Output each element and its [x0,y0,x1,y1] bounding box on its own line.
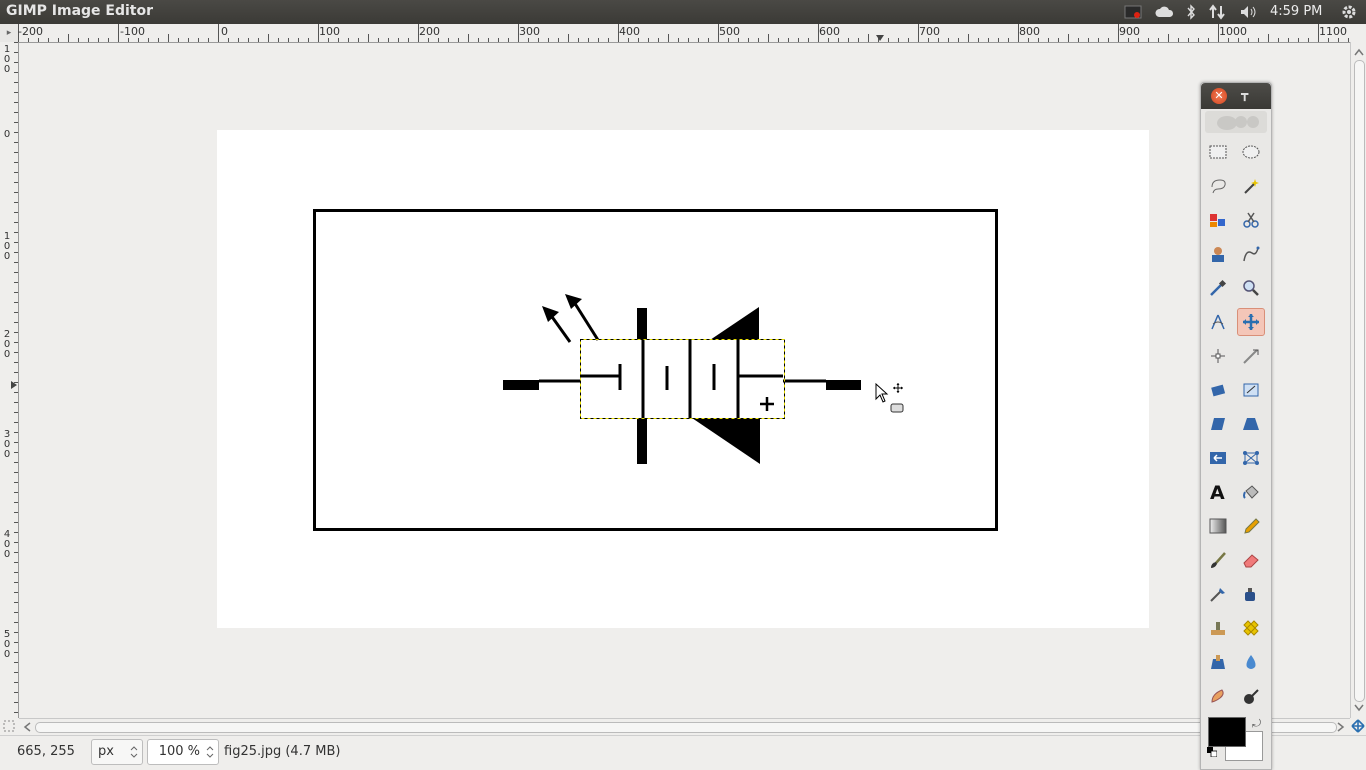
flip-icon[interactable] [1204,444,1232,472]
smudge-icon[interactable] [1204,682,1232,710]
spin-arrows-icon [206,746,214,758]
vertical-scroll-thumb[interactable] [1354,60,1365,702]
perspective-icon[interactable] [1237,410,1265,438]
pencil-icon[interactable] [1237,512,1265,540]
ellipse-select-icon[interactable] [1237,138,1265,166]
scroll-left-icon[interactable] [21,721,33,733]
bucket-fill-icon[interactable] [1237,478,1265,506]
color-picker-icon[interactable] [1204,274,1232,302]
vertical-scrollbar[interactable] [1350,42,1366,718]
scissors-icon[interactable] [1237,206,1265,234]
default-colors-icon[interactable] [1207,747,1217,757]
blend-icon[interactable] [1204,512,1232,540]
foreground-select-icon[interactable] [1204,240,1232,268]
wilber-drop-area[interactable] [1205,111,1267,133]
foreground-color-swatch[interactable] [1208,717,1246,747]
clone-icon[interactable] [1204,614,1232,642]
file-info: fig25.jpg (4.7 MB) [224,744,341,759]
close-icon[interactable]: ✕ [1211,88,1227,104]
measure-icon[interactable] [1204,308,1232,336]
fuzzy-select-icon[interactable] [1237,172,1265,200]
zoom-value: 100 % [158,744,200,759]
svg-text:A: A [1210,482,1225,502]
toolbox-window: ✕ ┳ A ⤾ [1200,82,1272,770]
color-select-icon[interactable] [1204,206,1232,234]
scroll-down-icon[interactable] [1353,702,1365,714]
selection-marquee [580,339,785,419]
move-cursor-icon [875,382,904,413]
swap-colors-icon[interactable]: ⤾ [1252,717,1261,731]
zoom-select[interactable]: 100 % [147,739,219,765]
shear-icon[interactable] [1204,410,1232,438]
toolbox-titlebar[interactable]: ✕ ┳ [1201,83,1271,109]
light-arrows-icon [542,294,600,343]
rect-select-icon[interactable] [1204,138,1232,166]
scroll-up-icon[interactable] [1353,46,1365,58]
scroll-right-icon[interactable] [1335,721,1347,733]
quick-mask-icon[interactable] [3,720,15,732]
scale-icon[interactable] [1237,376,1265,404]
eraser-icon[interactable] [1237,546,1265,574]
left-lead [503,380,539,390]
paths-icon[interactable] [1237,240,1265,268]
align-icon[interactable] [1204,342,1232,370]
unit-select[interactable]: px [91,739,143,765]
crosshair-icon [760,397,774,411]
paintbrush-icon[interactable] [1204,546,1232,574]
blur-icon[interactable] [1237,648,1265,676]
airbrush-icon[interactable] [1204,580,1232,608]
text-icon[interactable]: A [1204,478,1232,506]
unit-select-value: px [98,744,114,759]
move-icon[interactable] [1237,308,1265,336]
pointer-coordinates: 665, 255 [17,744,75,759]
free-select-icon[interactable] [1204,172,1232,200]
rotate-icon[interactable] [1204,376,1232,404]
right-lead [826,380,861,390]
heal-icon[interactable] [1237,614,1265,642]
circuit-drawing [503,294,904,464]
zoom-icon[interactable] [1237,274,1265,302]
horizontal-scrollbar[interactable] [19,718,1350,735]
ink-icon[interactable] [1237,580,1265,608]
navigate-icon[interactable] [1351,719,1365,733]
perspective-clone-icon[interactable] [1204,648,1232,676]
crop-icon[interactable] [1237,342,1265,370]
dodge-burn-icon[interactable] [1237,682,1265,710]
horizontal-scroll-thumb[interactable] [35,722,1337,733]
cage-icon[interactable] [1237,444,1265,472]
pin-icon[interactable]: ┳ [1241,87,1248,101]
spin-arrows-icon [130,746,138,758]
